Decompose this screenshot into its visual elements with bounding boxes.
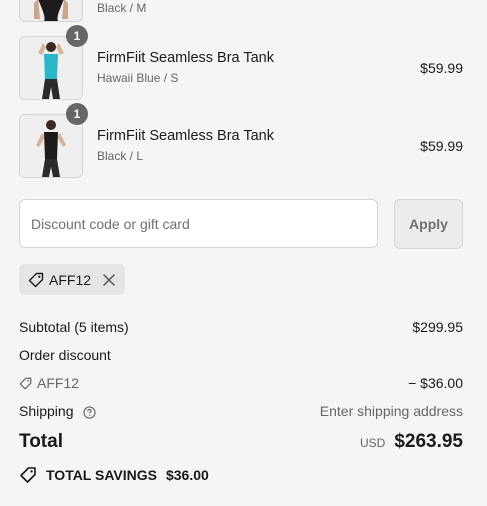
- item-price: $59.99: [420, 60, 463, 76]
- discount-code-text: AFF12: [37, 375, 80, 391]
- item-price: $59.99: [420, 138, 463, 154]
- tag-icon: [19, 377, 32, 390]
- item-variant: Black / M: [97, 1, 147, 15]
- total-label: Total: [19, 431, 63, 452]
- question-circle-icon[interactable]: [83, 406, 97, 419]
- product-image: [20, 0, 82, 21]
- subtotal-value: $299.95: [412, 319, 463, 335]
- item-name: FirmFiit Seamless Bra Tank: [97, 128, 274, 144]
- order-discount-label: Order discount: [19, 347, 111, 363]
- apply-button[interactable]: Apply: [394, 199, 463, 249]
- shipping-value: Enter shipping address: [319, 403, 463, 419]
- discount-code-label: AFF12: [19, 375, 79, 391]
- tag-icon: [28, 272, 44, 288]
- quantity-badge: 1: [66, 103, 88, 125]
- quantity-badge: 1: [66, 25, 88, 47]
- cart-item: 1 FirmFiit Seamless Bra Tank Hawaii Blue…: [19, 25, 463, 100]
- shipping-label-group: Shipping: [19, 403, 97, 419]
- subtotal-label: Subtotal (5 items): [19, 319, 129, 335]
- total-savings: TOTAL SAVINGS $36.00: [19, 466, 209, 484]
- discount-code-input[interactable]: [19, 199, 378, 248]
- close-icon[interactable]: [102, 273, 116, 287]
- cart-item: 1 FirmFiit Seamless Bra Tank Black / L $…: [19, 103, 463, 178]
- applied-code-label: AFF12: [49, 271, 92, 288]
- total-amount: $263.95: [394, 431, 463, 452]
- discount-amount: − $36.00: [408, 375, 463, 391]
- savings-label: TOTAL SAVINGS: [46, 467, 157, 483]
- product-thumbnail: [19, 0, 83, 22]
- item-name: FirmFiit Seamless Bra Tank: [97, 50, 274, 66]
- cart-item: Black / M: [19, 0, 463, 22]
- applied-discount-tag: AFF12: [19, 264, 125, 295]
- savings-amount: $36.00: [165, 467, 209, 483]
- item-variant: Hawaii Blue / S: [97, 71, 179, 85]
- price-tag-icon: [19, 466, 37, 484]
- currency-code: USD: [359, 436, 386, 450]
- shipping-label: Shipping: [19, 403, 74, 419]
- total-amount-group: USD $263.95: [360, 431, 463, 453]
- item-variant: Black / L: [97, 149, 144, 163]
